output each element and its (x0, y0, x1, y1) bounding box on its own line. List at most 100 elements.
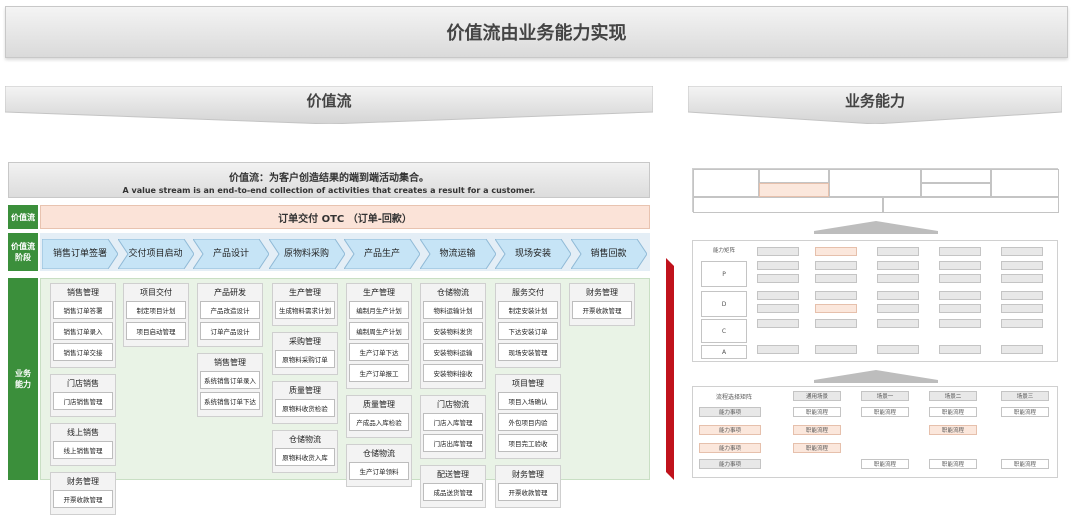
matrix-cell (815, 261, 857, 270)
capability-group: 财务管理 开票收款管理 (569, 283, 635, 326)
stage-arrow-1: 销售订单签署 (42, 239, 118, 269)
capability-group: 产品研发 产品改造设计 订单产品设计 (197, 283, 263, 347)
capability-group: 财务管理 开票收款管理 (50, 472, 116, 515)
process-cell: 职能流程 (793, 407, 841, 417)
process-row-label: 能力事项 (699, 459, 761, 469)
stage-label: 产品设计 (212, 248, 249, 259)
matrix-cell (815, 274, 857, 283)
matrix-cell (757, 304, 799, 313)
capability-group-title: 财务管理 (512, 470, 544, 479)
summary-cell (883, 197, 1059, 213)
capability-group: 质量管理 产成品入库检验 (346, 395, 412, 438)
capability-group-title: 生产管理 (363, 288, 395, 297)
stage-label: 销售回款 (590, 248, 627, 259)
business-capability-header-label: 业务能力 (844, 91, 905, 110)
capability-item: 销售订单录入 (53, 322, 113, 340)
matrix-header-cell (815, 247, 857, 256)
capability-group-title: 采购管理 (289, 337, 321, 346)
matrix-cell (877, 319, 919, 328)
capability-group: 财务管理开票收款管理 (495, 465, 561, 508)
process-row-label: 能力事项 (699, 443, 761, 453)
matrix-row-label: C (701, 319, 747, 343)
capability-group: 生产管理 生成物料需求计划 (272, 283, 338, 326)
capability-matrix-header: 能力矩阵 (712, 248, 735, 254)
capability-summary-panel (692, 168, 1059, 213)
capability-column-6: 仓储物流 物料运输计划 安装物料发货 安装物料运输 安装物料接收 门店物流 门店入库管理 门店… (420, 283, 486, 514)
matrix-cell (939, 345, 981, 354)
capability-item: 生成物料需求计划 (275, 301, 335, 319)
stage-arrow-8: 销售回款 (570, 239, 647, 269)
process-cell: 职能流程 (861, 459, 909, 469)
matrix-cell (757, 345, 799, 354)
capability-item: 系统销售订单录入 (200, 371, 260, 389)
summary-cell (991, 169, 1059, 197)
capability-group: 生产管理 编制月生产计划 编制周生产计划 生产订单下达 生产订单报工 (346, 283, 412, 389)
capability-group-title: 仓储物流 (363, 449, 395, 458)
capability-item: 生产订单领料 (349, 462, 409, 480)
capability-column-7: 服务交付 制定安装计划 下达安装订单 现场安装管理 项目管理 项目入场确认 外包项目内验 项目… (495, 283, 561, 514)
value-stream-header-label: 价值流 (306, 91, 352, 110)
capability-group: 仓储物流 物料运输计划 安装物料发货 安装物料运输 安装物料接收 (420, 283, 486, 389)
capability-group-title: 线上销售 (67, 428, 99, 437)
summary-cell (921, 169, 991, 183)
row-tag-value-stream: 价值流 (8, 205, 38, 229)
matrix-header-cell (757, 247, 799, 256)
capability-item: 销售订单交接 (53, 343, 113, 361)
capability-item: 系统销售订单下达 (200, 392, 260, 410)
capability-group: 门店销售 门店销售管理 (50, 374, 116, 417)
capability-item: 开票收款管理 (498, 483, 558, 501)
row-tag-stage: 价值流阶段 (8, 233, 38, 271)
capability-group: 采购管理 原物料采购订单 (272, 332, 338, 375)
matrix-cell (877, 304, 919, 313)
capability-item: 安装物料发货 (423, 322, 483, 340)
matrix-row-label: P (701, 261, 747, 287)
matrix-cell (1001, 274, 1043, 283)
matrix-header-cell (877, 247, 919, 256)
process-column-header: 场景三 (1001, 391, 1049, 401)
capability-group: 仓储物流原物料收货入库 (272, 430, 338, 473)
capability-group: 项目管理 项目入场确认 外包项目内验 项目完工验收 (495, 374, 561, 459)
otc-label: 订单交付 OTC （订单-回款） (278, 213, 412, 225)
capability-group: 配送管理 成品送货管理 (420, 465, 486, 508)
matrix-header-cell (1001, 247, 1043, 256)
stage-label: 产品生产 (363, 248, 400, 259)
capability-item: 线上销售管理 (53, 441, 113, 459)
process-cell: 职能流程 (793, 443, 841, 453)
stage-arrow-7: 现场安装 (495, 239, 571, 269)
capability-group: 仓储物流生产订单领料 (346, 444, 412, 487)
capability-group: 销售管理 销售订单答署 销售订单录入 销售订单交接 (50, 283, 116, 368)
main-title-banner: 价值流由业务能力实现 (5, 6, 1068, 58)
stage-label: 物流运输 (439, 248, 476, 259)
summary-cell (759, 169, 829, 183)
capability-group-title: 仓储物流 (289, 435, 321, 444)
capability-group-title: 项目管理 (512, 379, 544, 388)
capability-group-title: 项目交付 (140, 288, 172, 297)
stage-arrow-4: 原物料采购 (268, 239, 345, 269)
capability-group: 服务交付 制定安装计划 下达安装订单 现场安装管理 (495, 283, 561, 368)
process-matrix-header: 流程选择矩阵 (715, 393, 752, 401)
stage-label: 现场安装 (514, 248, 551, 259)
capability-group-title: 产品研发 (214, 288, 246, 297)
capability-group-title: 门店销售 (67, 379, 99, 388)
summary-cell (693, 197, 883, 213)
summary-cell (921, 183, 991, 197)
process-column-header: 场景一 (861, 391, 909, 401)
process-cell: 职能流程 (929, 459, 977, 469)
summary-cell (693, 169, 759, 197)
process-cell: 职能流程 (1001, 459, 1049, 469)
matrix-cell (815, 345, 857, 354)
matrix-row-label: A (701, 345, 747, 359)
capability-item: 制定项目计划 (126, 301, 186, 319)
matrix-cell (815, 291, 857, 300)
otc-value-stream: 订单交付 OTC （订单-回款） (40, 205, 650, 229)
stage-arrow-6: 物流运输 (419, 239, 496, 269)
capability-item: 生产订单下达 (349, 343, 409, 361)
process-row-label: 能力事项 (699, 407, 761, 417)
capability-item: 项目完工验收 (498, 434, 558, 452)
stage-arrow-3: 产品设计 (193, 239, 269, 269)
capability-group-title: 配送管理 (437, 470, 469, 479)
capability-item: 订单产品设计 (200, 322, 260, 340)
capability-item: 原物料收货入库 (275, 448, 335, 466)
summary-cell-highlight (759, 183, 829, 197)
matrix-cell (757, 291, 799, 300)
